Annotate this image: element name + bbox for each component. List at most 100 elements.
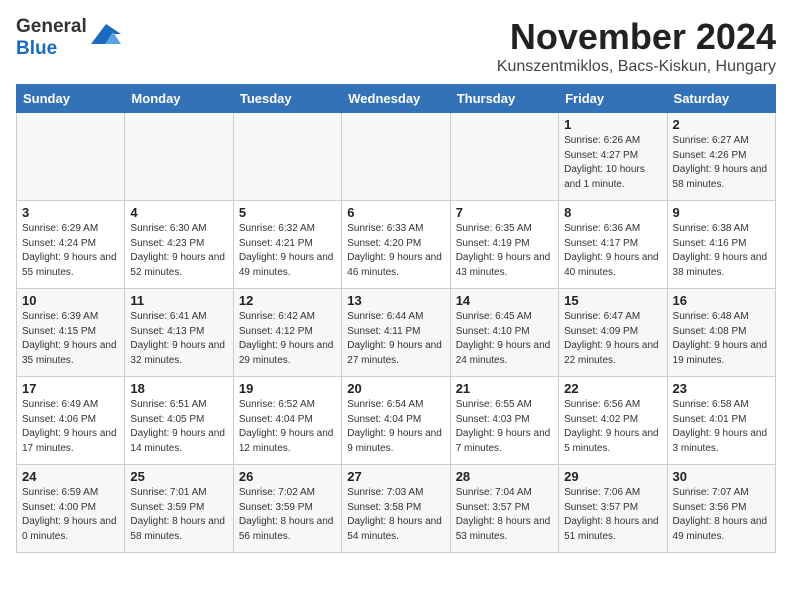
- day-number: 28: [456, 469, 553, 484]
- logo: General Blue: [16, 16, 121, 60]
- day-info: Sunrise: 7:02 AM Sunset: 3:59 PM Dayligh…: [239, 486, 336, 544]
- day-number: 1: [564, 117, 661, 132]
- day-info: Sunrise: 7:07 AM Sunset: 3:56 PM Dayligh…: [673, 486, 770, 544]
- calendar-cell: 15 Sunrise: 6:47 AM Sunset: 4:09 PM Dayli…: [559, 289, 667, 377]
- day-info: Sunrise: 6:27 AM Sunset: 4:26 PM Dayligh…: [673, 134, 770, 192]
- day-number: 17: [22, 381, 119, 396]
- day-number: 15: [564, 293, 661, 308]
- day-info: Sunrise: 6:48 AM Sunset: 4:08 PM Dayligh…: [673, 310, 770, 368]
- day-info: Sunrise: 6:35 AM Sunset: 4:19 PM Dayligh…: [456, 222, 553, 280]
- weekday-sunday: Sunday: [17, 85, 125, 113]
- week-row-5: 24Sunrise: 6:59 AM Sunset: 4:00 PM Dayli…: [17, 465, 776, 553]
- calendar-cell: 29 Sunrise: 7:06 AM Sunset: 3:57 PM Dayli…: [559, 465, 667, 553]
- day-info: Sunrise: 6:51 AM Sunset: 4:05 PM Dayligh…: [130, 398, 227, 456]
- day-info: Sunrise: 7:04 AM Sunset: 3:57 PM Dayligh…: [456, 486, 553, 544]
- day-info: Sunrise: 6:32 AM Sunset: 4:21 PM Dayligh…: [239, 222, 336, 280]
- day-number: 8: [564, 205, 661, 220]
- day-number: 21: [456, 381, 553, 396]
- calendar-cell: 26 Sunrise: 7:02 AM Sunset: 3:59 PM Dayli…: [233, 465, 341, 553]
- day-number: 10: [22, 293, 119, 308]
- calendar-cell: 2 Sunrise: 6:27 AM Sunset: 4:26 PM Daylig…: [667, 113, 775, 201]
- logo-blue: Blue: [16, 38, 57, 59]
- title-area: November 2024 Kunszentmiklos, Bacs-Kisku…: [497, 16, 776, 76]
- day-info: Sunrise: 7:06 AM Sunset: 3:57 PM Dayligh…: [564, 486, 661, 544]
- day-info: Sunrise: 6:33 AM Sunset: 4:20 PM Dayligh…: [347, 222, 444, 280]
- weekday-wednesday: Wednesday: [342, 85, 450, 113]
- day-number: 26: [239, 469, 336, 484]
- day-number: 20: [347, 381, 444, 396]
- calendar-cell: 20 Sunrise: 6:54 AM Sunset: 4:04 PM Dayli…: [342, 377, 450, 465]
- logo-icon: [91, 24, 121, 48]
- day-number: 12: [239, 293, 336, 308]
- calendar-table: SundayMondayTuesdayWednesdayThursdayFrid…: [16, 84, 776, 553]
- month-title: November 2024: [497, 16, 776, 58]
- day-info: Sunrise: 6:54 AM Sunset: 4:04 PM Dayligh…: [347, 398, 444, 456]
- calendar-cell: 3Sunrise: 6:29 AM Sunset: 4:24 PM Daylig…: [17, 201, 125, 289]
- calendar-cell: [17, 113, 125, 201]
- day-number: 6: [347, 205, 444, 220]
- calendar-cell: 7 Sunrise: 6:35 AM Sunset: 4:19 PM Daylig…: [450, 201, 558, 289]
- calendar-cell: 18 Sunrise: 6:51 AM Sunset: 4:05 PM Dayli…: [125, 377, 233, 465]
- day-number: 24: [22, 469, 119, 484]
- day-info: Sunrise: 6:47 AM Sunset: 4:09 PM Dayligh…: [564, 310, 661, 368]
- day-info: Sunrise: 6:39 AM Sunset: 4:15 PM Dayligh…: [22, 310, 119, 368]
- day-number: 25: [130, 469, 227, 484]
- day-info: Sunrise: 6:58 AM Sunset: 4:01 PM Dayligh…: [673, 398, 770, 456]
- calendar-cell: 14 Sunrise: 6:45 AM Sunset: 4:10 PM Dayli…: [450, 289, 558, 377]
- calendar-cell: 21Sunrise: 6:55 AM Sunset: 4:03 PM Dayli…: [450, 377, 558, 465]
- calendar-cell: 9 Sunrise: 6:38 AM Sunset: 4:16 PM Daylig…: [667, 201, 775, 289]
- week-row-3: 10 Sunrise: 6:39 AM Sunset: 4:15 PM Dayli…: [17, 289, 776, 377]
- day-info: Sunrise: 6:45 AM Sunset: 4:10 PM Dayligh…: [456, 310, 553, 368]
- day-number: 7: [456, 205, 553, 220]
- calendar-cell: 22Sunrise: 6:56 AM Sunset: 4:02 PM Dayli…: [559, 377, 667, 465]
- calendar-cell: 4Sunrise: 6:30 AM Sunset: 4:23 PM Daylig…: [125, 201, 233, 289]
- day-number: 16: [673, 293, 770, 308]
- day-info: Sunrise: 7:01 AM Sunset: 3:59 PM Dayligh…: [130, 486, 227, 544]
- weekday-header-row: SundayMondayTuesdayWednesdayThursdayFrid…: [17, 85, 776, 113]
- weekday-friday: Friday: [559, 85, 667, 113]
- day-info: Sunrise: 6:38 AM Sunset: 4:16 PM Dayligh…: [673, 222, 770, 280]
- weekday-tuesday: Tuesday: [233, 85, 341, 113]
- day-info: Sunrise: 6:49 AM Sunset: 4:06 PM Dayligh…: [22, 398, 119, 456]
- day-info: Sunrise: 6:29 AM Sunset: 4:24 PM Dayligh…: [22, 222, 119, 280]
- day-number: 22: [564, 381, 661, 396]
- calendar-cell: 24Sunrise: 6:59 AM Sunset: 4:00 PM Dayli…: [17, 465, 125, 553]
- calendar-cell: 12 Sunrise: 6:42 AM Sunset: 4:12 PM Dayli…: [233, 289, 341, 377]
- day-info: Sunrise: 6:30 AM Sunset: 4:23 PM Dayligh…: [130, 222, 227, 280]
- calendar-cell: 27 Sunrise: 7:03 AM Sunset: 3:58 PM Dayli…: [342, 465, 450, 553]
- day-info: Sunrise: 6:41 AM Sunset: 4:13 PM Dayligh…: [130, 310, 227, 368]
- calendar-cell: 13Sunrise: 6:44 AM Sunset: 4:11 PM Dayli…: [342, 289, 450, 377]
- day-number: 18: [130, 381, 227, 396]
- day-number: 29: [564, 469, 661, 484]
- day-info: Sunrise: 6:52 AM Sunset: 4:04 PM Dayligh…: [239, 398, 336, 456]
- day-info: Sunrise: 6:26 AM Sunset: 4:27 PM Dayligh…: [564, 134, 661, 192]
- day-number: 2: [673, 117, 770, 132]
- day-number: 5: [239, 205, 336, 220]
- day-number: 11: [130, 293, 227, 308]
- week-row-2: 3Sunrise: 6:29 AM Sunset: 4:24 PM Daylig…: [17, 201, 776, 289]
- calendar-cell: 6 Sunrise: 6:33 AM Sunset: 4:20 PM Daylig…: [342, 201, 450, 289]
- day-info: Sunrise: 6:42 AM Sunset: 4:12 PM Dayligh…: [239, 310, 336, 368]
- calendar-cell: 11 Sunrise: 6:41 AM Sunset: 4:13 PM Dayli…: [125, 289, 233, 377]
- calendar-cell: [450, 113, 558, 201]
- weekday-monday: Monday: [125, 85, 233, 113]
- calendar-cell: [342, 113, 450, 201]
- day-number: 14: [456, 293, 553, 308]
- day-number: 9: [673, 205, 770, 220]
- day-info: Sunrise: 6:36 AM Sunset: 4:17 PM Dayligh…: [564, 222, 661, 280]
- day-info: Sunrise: 7:03 AM Sunset: 3:58 PM Dayligh…: [347, 486, 444, 544]
- day-number: 19: [239, 381, 336, 396]
- calendar-cell: 10 Sunrise: 6:39 AM Sunset: 4:15 PM Dayli…: [17, 289, 125, 377]
- calendar-cell: 8 Sunrise: 6:36 AM Sunset: 4:17 PM Daylig…: [559, 201, 667, 289]
- day-number: 27: [347, 469, 444, 484]
- day-info: Sunrise: 6:44 AM Sunset: 4:11 PM Dayligh…: [347, 310, 444, 368]
- calendar-cell: 30 Sunrise: 7:07 AM Sunset: 3:56 PM Dayli…: [667, 465, 775, 553]
- day-number: 30: [673, 469, 770, 484]
- calendar-cell: 19 Sunrise: 6:52 AM Sunset: 4:04 PM Dayli…: [233, 377, 341, 465]
- location-subtitle: Kunszentmiklos, Bacs-Kiskun, Hungary: [497, 58, 776, 76]
- calendar-cell: [125, 113, 233, 201]
- calendar-cell: [233, 113, 341, 201]
- calendar-cell: 1 Sunrise: 6:26 AM Sunset: 4:27 PM Daylig…: [559, 113, 667, 201]
- page-header: General Blue November 2024 Kunszentmiklo…: [16, 16, 776, 76]
- calendar-cell: 5 Sunrise: 6:32 AM Sunset: 4:21 PM Daylig…: [233, 201, 341, 289]
